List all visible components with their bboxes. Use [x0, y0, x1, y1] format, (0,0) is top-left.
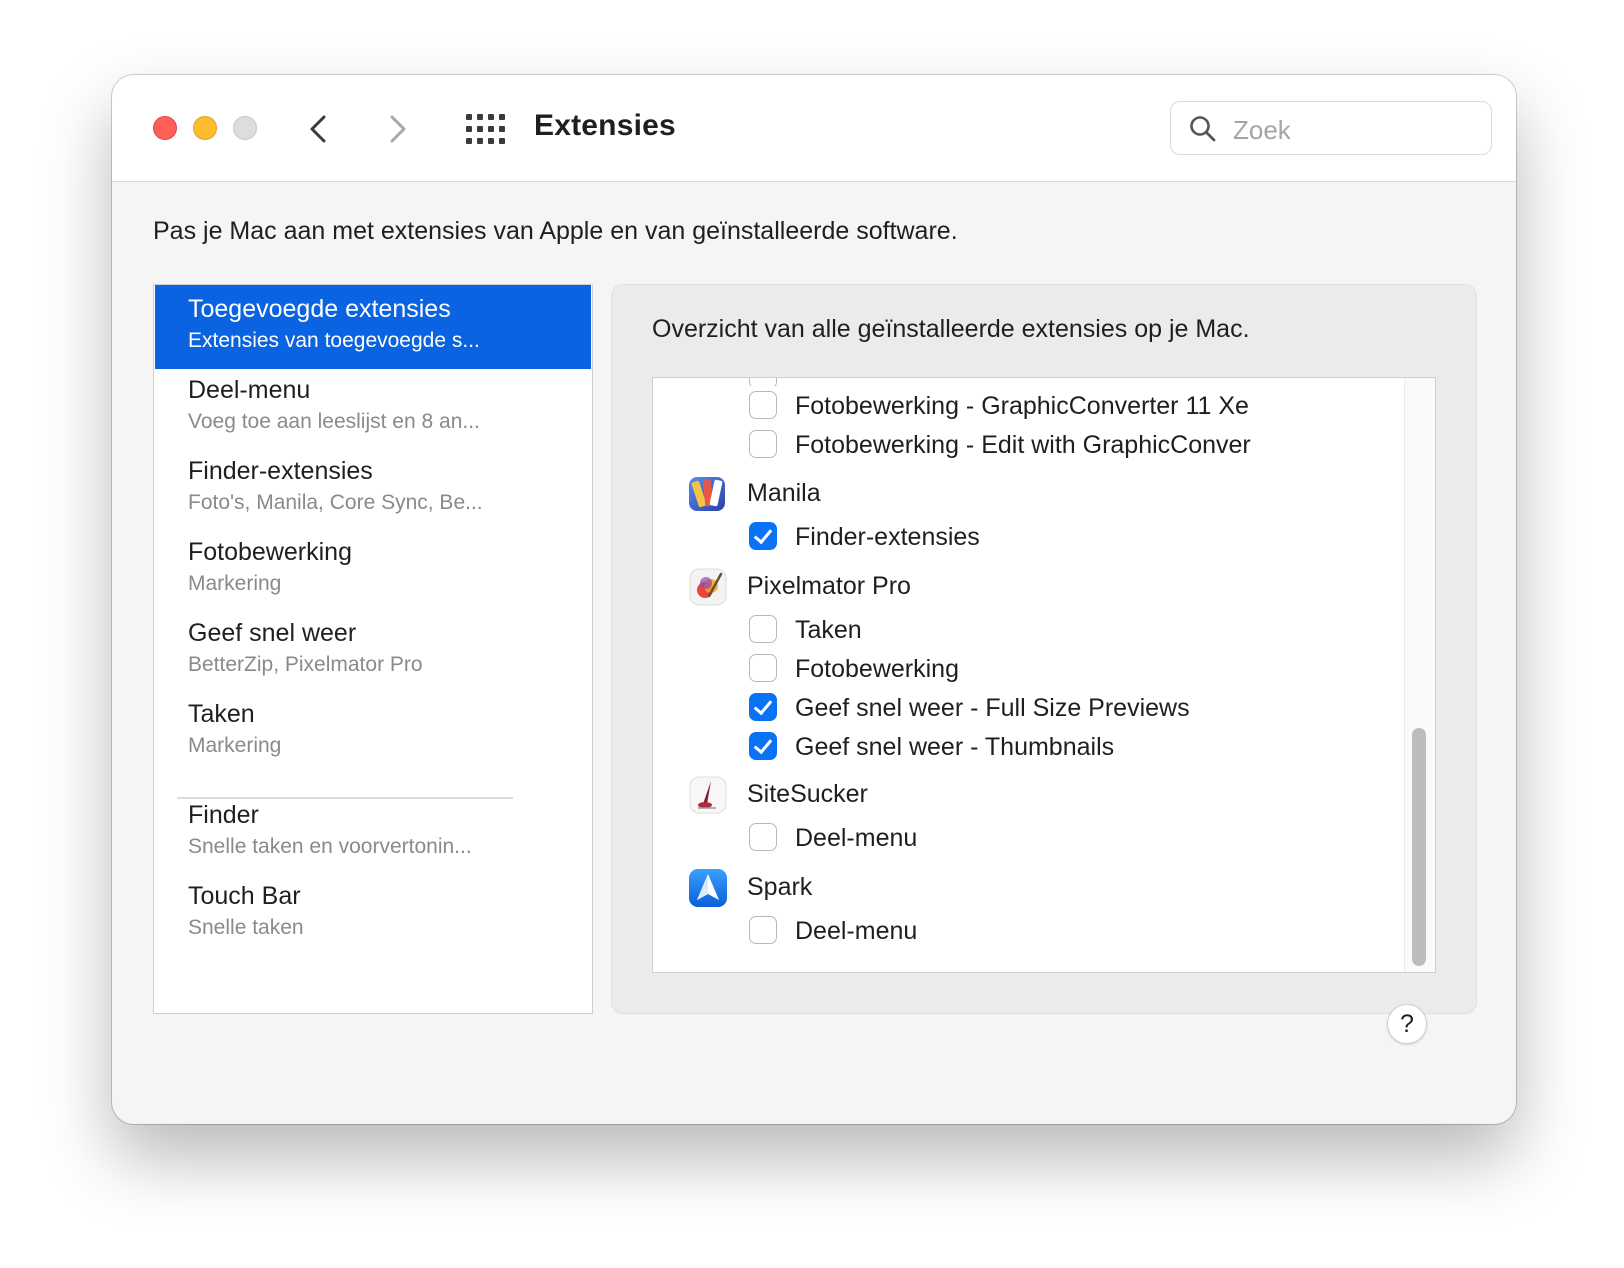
app-header-manila: Manila	[653, 471, 1393, 519]
app-name: Pixelmator Pro	[747, 572, 911, 600]
extension-label: Geef snel weer - Full Size Previews	[795, 694, 1190, 722]
extension-row[interactable]: Geef snel weer - Full Size Previews	[653, 688, 1393, 728]
close-window-button[interactable]	[153, 116, 177, 140]
app-header-sitesucker: SiteSucker	[653, 772, 1393, 820]
sidebar-item-title: Finder	[188, 801, 259, 829]
sidebar-item-fotobewerking[interactable]: Fotobewerking Markering	[155, 528, 591, 612]
sidebar-item-title: Finder-extensies	[188, 457, 373, 485]
list-scrollbar[interactable]	[1404, 378, 1435, 972]
sidebar-item-title: Fotobewerking	[188, 538, 352, 566]
extension-checkbox[interactable]	[749, 654, 777, 682]
chevron-right-icon	[390, 115, 406, 143]
extension-label: Finder-extensies	[795, 523, 980, 551]
sidebar-item-subtitle: Markering	[188, 734, 282, 757]
window-title: Extensies	[534, 109, 676, 142]
zoom-window-button[interactable]	[233, 116, 257, 140]
extension-row[interactable]: Taken	[653, 610, 1393, 650]
titlebar: Extensies	[112, 75, 1516, 182]
sidebar-item-subtitle: Snelle taken en voorvertonin...	[188, 835, 472, 858]
sidebar-item-finder[interactable]: Finder Snelle taken en voorvertonin...	[155, 791, 591, 875]
extension-row[interactable]	[653, 378, 1393, 386]
sidebar-item-subtitle: Extensies van toegevoegde s...	[188, 329, 480, 352]
extension-row[interactable]: Fotobewerking	[653, 649, 1393, 689]
sidebar-item-subtitle: Foto's, Manila, Core Sync, Be...	[188, 491, 483, 514]
extensions-window: Extensies Pas je Mac aan met extensies v…	[112, 75, 1516, 1124]
sidebar-item-toegevoegde-extensies[interactable]: Toegevoegde extensies Extensies van toeg…	[155, 285, 591, 369]
extension-checkbox[interactable]	[749, 823, 777, 851]
extension-checkbox[interactable]	[749, 378, 777, 386]
forward-button[interactable]	[376, 109, 416, 149]
sidebar-item-subtitle: Snelle taken	[188, 916, 304, 939]
help-button[interactable]: ?	[1387, 1004, 1427, 1044]
extension-row[interactable]: Fotobewerking - GraphicConverter 11 Xe	[653, 386, 1393, 426]
sidebar-item-touch-bar[interactable]: Touch Bar Snelle taken	[155, 872, 591, 956]
sidebar-item-geef-snel-weer[interactable]: Geef snel weer BetterZip, Pixelmator Pro	[155, 609, 591, 693]
back-button[interactable]	[300, 109, 340, 149]
extension-checkbox[interactable]	[749, 615, 777, 643]
sidebar-item-title: Geef snel weer	[188, 619, 357, 647]
extension-label: Fotobewerking	[795, 655, 959, 683]
search-input[interactable]	[1231, 110, 1485, 150]
category-sidebar: Toegevoegde extensies Extensies van toeg…	[153, 284, 593, 1014]
extension-label: Deel-menu	[795, 824, 918, 852]
description-text: Pas je Mac aan met extensies van Apple e…	[153, 217, 958, 245]
sidebar-item-title: Taken	[188, 700, 255, 728]
extension-checkbox[interactable]	[749, 522, 777, 550]
extension-row[interactable]: Deel-menu	[653, 818, 1393, 858]
sidebar-item-title: Deel-menu	[188, 376, 311, 404]
scrollbar-thumb[interactable]	[1412, 728, 1426, 966]
extensions-panel: Overzicht van alle geïnstalleerde extens…	[611, 284, 1477, 1014]
extension-label: Taken	[795, 616, 862, 644]
search-field[interactable]	[1170, 101, 1492, 155]
chevron-left-icon	[310, 115, 326, 143]
search-icon	[1190, 116, 1216, 142]
grid-icon	[466, 114, 505, 144]
spark-app-icon	[689, 869, 727, 907]
sidebar-item-title: Toegevoegde extensies	[188, 295, 451, 323]
extension-label: Geef snel weer - Thumbnails	[795, 733, 1115, 761]
sidebar-item-deel-menu[interactable]: Deel-menu Voeg toe aan leeslijst en 8 an…	[155, 366, 591, 450]
extensions-list[interactable]: Fotobewerking - GraphicConverter 11 Xe F…	[652, 377, 1436, 973]
app-name: Manila	[747, 479, 821, 507]
manila-app-icon	[689, 477, 725, 511]
extension-checkbox[interactable]	[749, 732, 777, 760]
sidebar-item-subtitle: Markering	[188, 572, 282, 595]
extension-checkbox[interactable]	[749, 693, 777, 721]
sidebar-item-title: Touch Bar	[188, 882, 301, 910]
pixelmator-pro-app-icon	[689, 568, 727, 606]
extension-label: Fotobewerking - Edit with GraphicConver	[795, 431, 1251, 459]
app-name: Spark	[747, 873, 813, 901]
extension-row[interactable]: Fotobewerking - Edit with GraphicConver	[653, 425, 1393, 465]
extension-row[interactable]: Finder-extensies	[653, 517, 1393, 557]
extension-row[interactable]: Geef snel weer - Thumbnails	[653, 727, 1393, 767]
minimize-window-button[interactable]	[193, 116, 217, 140]
sidebar-item-subtitle: Voeg toe aan leeslijst en 8 an...	[188, 410, 480, 433]
sidebar-item-taken[interactable]: Taken Markering	[155, 690, 591, 774]
sitesucker-app-icon	[689, 776, 727, 814]
extension-checkbox[interactable]	[749, 430, 777, 458]
app-name: SiteSucker	[747, 780, 868, 808]
sidebar-item-subtitle: BetterZip, Pixelmator Pro	[188, 653, 423, 676]
show-all-button[interactable]	[465, 113, 505, 145]
app-header-spark: Spark	[653, 865, 1393, 913]
sidebar-item-finder-extensies[interactable]: Finder-extensies Foto's, Manila, Core Sy…	[155, 447, 591, 531]
extension-label: Fotobewerking - GraphicConverter 11 Xe	[795, 392, 1249, 420]
app-header-pixelmator-pro: Pixelmator Pro	[653, 564, 1393, 612]
extension-checkbox[interactable]	[749, 916, 777, 944]
extension-row[interactable]: Deel-menu	[653, 911, 1393, 951]
extension-checkbox[interactable]	[749, 391, 777, 419]
extension-label: Deel-menu	[795, 917, 918, 945]
panel-title: Overzicht van alle geïnstalleerde extens…	[652, 315, 1250, 343]
